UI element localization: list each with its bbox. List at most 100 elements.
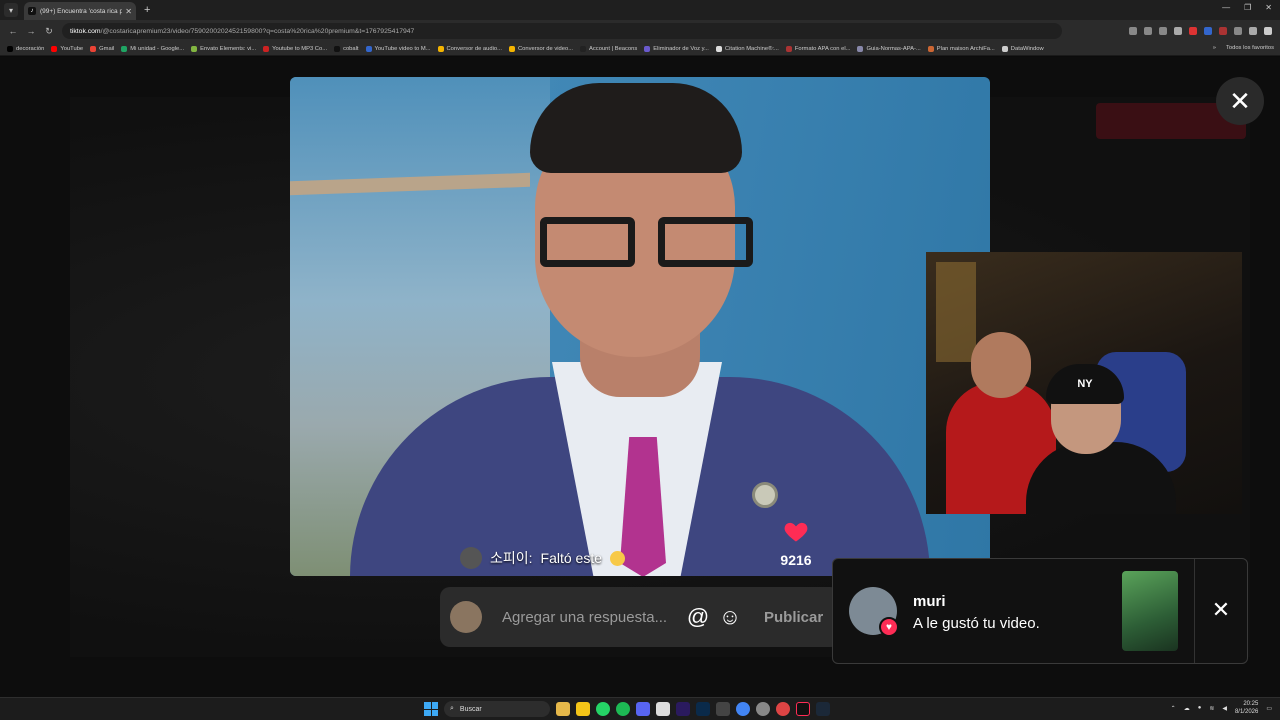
premiere-icon[interactable] — [676, 702, 690, 716]
publish-button[interactable]: Publicar — [764, 609, 823, 626]
url-path: /@costaricapremium23/video/7590200202452… — [100, 27, 415, 35]
puzzle-icon[interactable] — [1234, 27, 1242, 35]
bookmark-favicon-icon — [191, 45, 198, 52]
mention-icon[interactable]: @ — [686, 604, 710, 630]
new-tab-button[interactable]: + — [144, 4, 150, 16]
file-explorer-icon[interactable] — [556, 702, 570, 716]
reply-bar: @ ☺ Publicar — [440, 587, 840, 647]
photoshop-icon[interactable] — [696, 702, 710, 716]
forward-icon[interactable]: → — [26, 26, 36, 36]
bookmark-item[interactable]: Youtube to MP3 Co... — [263, 45, 327, 52]
bookmark-favicon-icon — [437, 45, 444, 52]
bookmark-label: Envato Elements: vi... — [200, 45, 257, 52]
bookmark-item[interactable]: YouTube — [51, 45, 84, 52]
chevron-up-icon[interactable]: ⌃ — [1171, 705, 1176, 712]
bookmark-label: Account | Beacons — [589, 45, 638, 52]
app-icon[interactable] — [756, 702, 770, 716]
bookmark-item[interactable]: DataWindow — [1001, 45, 1044, 52]
bookmark-item[interactable]: Guia-Normas-APA-... — [857, 45, 921, 52]
whatsapp-icon[interactable] — [596, 702, 610, 716]
bookmark-item[interactable]: Plan maison ArchiFa... — [927, 45, 995, 52]
bookmark-item[interactable]: decoración — [7, 45, 44, 52]
bookmark-favicon-icon — [334, 45, 341, 52]
app-icon[interactable] — [776, 702, 790, 716]
translate-icon[interactable] — [1144, 27, 1152, 35]
bookmark-item[interactable]: Eliminador de Voz y... — [644, 45, 709, 52]
extension-icon[interactable] — [1204, 27, 1212, 35]
bookmark-label: cobalt — [343, 45, 359, 52]
wifi-icon[interactable]: ≋ — [1209, 705, 1214, 712]
star-icon[interactable] — [1174, 27, 1182, 35]
bookmark-label: Guia-Normas-APA-... — [866, 45, 921, 52]
more-bookmarks-icon[interactable]: » — [1213, 45, 1216, 51]
bookmark-item[interactable]: cobalt — [334, 45, 359, 52]
bookmark-item[interactable]: Conversor de video... — [508, 45, 573, 52]
notification-close-icon[interactable]: ✕ — [1209, 597, 1233, 623]
mic-icon[interactable]: ● — [1198, 705, 1202, 711]
volume-icon[interactable]: ◀ — [1222, 705, 1227, 712]
close-video-button[interactable]: ✕ — [1216, 77, 1264, 125]
url-host: tiktok.com — [70, 27, 101, 35]
tiktok-icon[interactable] — [796, 702, 810, 716]
bookmark-item[interactable]: Account | Beacons — [580, 45, 638, 52]
minimize-button[interactable]: — — [1222, 3, 1230, 12]
bookmark-item[interactable]: Formato APA con el... — [785, 45, 850, 52]
heart-icon: ♥ — [879, 617, 899, 637]
notification-message: A le gustó tu video. — [913, 615, 1040, 632]
comment-text: Faltó este — [540, 550, 603, 566]
bookmark-favicon-icon — [1001, 45, 1008, 52]
tab-close-icon[interactable]: ✕ — [125, 7, 132, 16]
windows-taskbar: ⌕ Buscar ⌃ ☁ ● ≋ ◀ 20:25 8/1/2026 ▭ — [0, 697, 1280, 720]
close-icon: ✕ — [1229, 85, 1251, 116]
bookmark-item[interactable]: Conversor de audio... — [437, 45, 502, 52]
all-bookmarks[interactable]: Todos los favoritos — [1226, 45, 1274, 51]
extension-icon[interactable] — [1189, 27, 1197, 35]
bookmark-item[interactable]: Citation Machine®:... — [715, 45, 779, 52]
bookmark-item[interactable]: Gmail — [90, 45, 114, 52]
bookmark-favicon-icon — [365, 45, 372, 52]
like-button[interactable]: 9216 — [776, 517, 816, 568]
bookmark-item[interactable]: Envato Elements: vi... — [191, 45, 257, 52]
spotify-icon[interactable] — [616, 702, 630, 716]
browser-tab-active[interactable]: ♪ (99+) Encuentra 'costa rica prem ✕ — [24, 2, 136, 20]
menu-icon[interactable] — [1264, 27, 1272, 35]
bookmark-label: YouTube video to M... — [374, 45, 431, 52]
extension-icon[interactable] — [1219, 27, 1227, 35]
app-icon[interactable] — [716, 702, 730, 716]
reload-icon[interactable]: ↻ — [44, 26, 54, 37]
window-close-button[interactable]: ✕ — [1265, 3, 1272, 12]
bookmark-favicon-icon — [785, 45, 792, 52]
chrome-icon[interactable] — [736, 702, 750, 716]
cloud-icon[interactable]: ☁ — [1184, 705, 1190, 712]
bookmarks-bar: decoración YouTube Gmail Mi unidad - Google… — [0, 42, 1280, 56]
taskbar-search[interactable]: ⌕ Buscar — [444, 701, 550, 717]
bookmark-item[interactable]: YouTube video to M... — [365, 45, 431, 52]
restore-button[interactable]: ❐ — [1244, 3, 1251, 12]
reply-input[interactable] — [502, 608, 672, 626]
windows-start-icon[interactable] — [424, 702, 438, 716]
bookmark-label: YouTube — [60, 45, 84, 52]
emoji-icon[interactable]: ☺ — [718, 604, 742, 630]
clock[interactable]: 20:25 8/1/2026 — [1235, 700, 1258, 716]
steam-icon[interactable] — [816, 702, 830, 716]
document-icon[interactable] — [656, 702, 670, 716]
bookmark-label: DataWindow — [1010, 45, 1044, 52]
divider — [1194, 559, 1195, 663]
notification-icon[interactable]: ▭ — [1266, 705, 1272, 712]
cast-icon[interactable] — [1129, 27, 1137, 35]
tab-search-button[interactable]: ▾ — [4, 3, 18, 17]
zoom-icon[interactable] — [1159, 27, 1167, 35]
bookmark-item[interactable]: Mi unidad - Google... — [121, 45, 184, 52]
video-player[interactable]: 소피이: Faltó este 9216 — [290, 77, 990, 576]
like-notification[interactable]: ♥ muri A le gustó tu video. ✕ — [832, 558, 1248, 664]
discord-icon[interactable] — [636, 702, 650, 716]
back-icon[interactable]: ← — [8, 26, 18, 36]
sticky-notes-icon[interactable] — [576, 702, 590, 716]
like-count: 9216 — [780, 552, 812, 568]
bookmark-favicon-icon — [857, 45, 864, 52]
bookmark-favicon-icon — [580, 45, 587, 52]
video-thumbnail[interactable] — [1122, 571, 1178, 651]
webcam-background — [936, 262, 976, 362]
url-bar[interactable]: tiktok.com/@costaricapremium23/video/759… — [62, 23, 1062, 39]
profile-icon[interactable] — [1249, 27, 1257, 35]
